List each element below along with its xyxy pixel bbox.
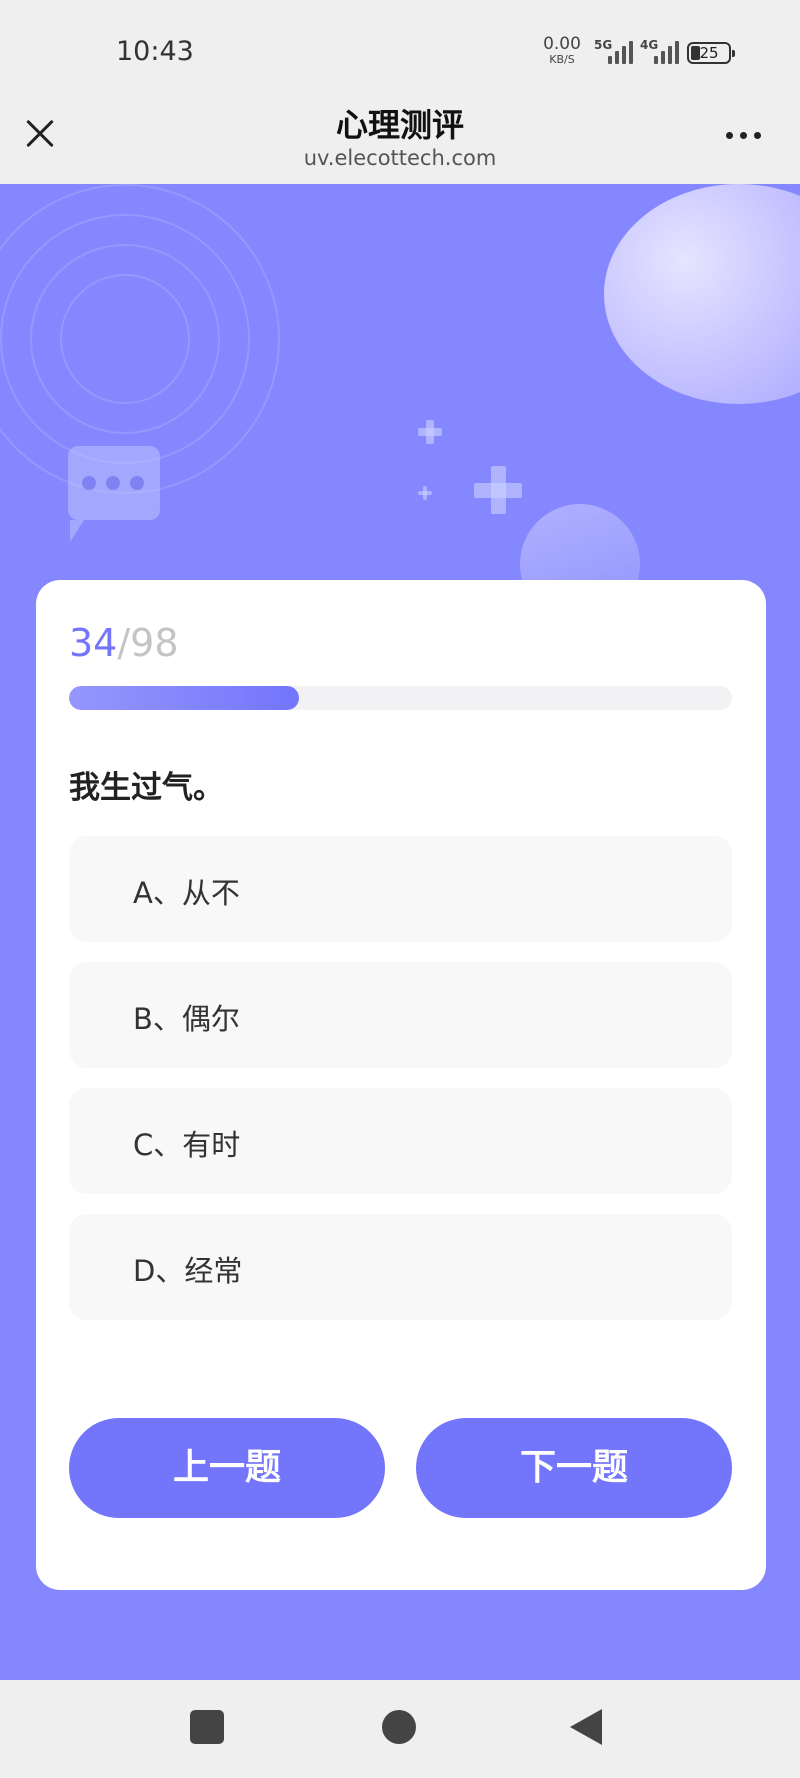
chat-bubble-icon <box>68 446 160 542</box>
quiz-content: 34/98 我生过气。 A、从不 B、偶尔 C、有时 D、经常 上一题 下一题 <box>0 184 800 1680</box>
home-icon[interactable] <box>382 1710 416 1744</box>
battery-level: 25 <box>699 44 719 62</box>
option-b[interactable]: B、偶尔 <box>69 962 732 1068</box>
option-c[interactable]: C、有时 <box>69 1088 732 1194</box>
signal-4g-icon: 4G <box>640 38 680 66</box>
current-question-number: 34 <box>69 621 118 665</box>
question-card: 34/98 我生过气。 A、从不 B、偶尔 C、有时 D、经常 上一题 下一题 <box>36 580 766 1590</box>
option-b-label: B、偶尔 <box>133 1002 240 1036</box>
question-text: 我生过气。 <box>69 770 224 806</box>
signal-4g-label: 4G <box>640 38 659 52</box>
decorative-plus-icon <box>418 420 442 444</box>
decorative-moon-icon <box>604 184 800 404</box>
option-a[interactable]: A、从不 <box>69 836 732 942</box>
progress-count: 34/98 <box>69 624 179 662</box>
prev-question-button[interactable]: 上一题 <box>69 1418 385 1518</box>
decorative-plus-icon <box>474 466 522 514</box>
network-speed: 0.00 KB/S <box>540 34 584 66</box>
progress-bar-fill <box>69 686 300 710</box>
status-bar: 10:43 0.00 KB/S 5G 4G 25 <box>0 0 800 100</box>
nav-bar: 心理测评 uv.elecottech.com <box>0 100 800 184</box>
signal-5g-icon: 5G <box>594 38 634 66</box>
more-icon[interactable] <box>724 130 764 142</box>
back-icon[interactable] <box>570 1709 602 1745</box>
next-question-button[interactable]: 下一题 <box>416 1418 732 1518</box>
battery-icon: 25 <box>687 42 735 64</box>
option-a-label: A、从不 <box>133 876 240 910</box>
option-d-label: D、经常 <box>133 1254 243 1288</box>
network-speed-value: 0.00 <box>543 34 581 54</box>
option-d[interactable]: D、经常 <box>69 1214 732 1320</box>
signal-5g-label: 5G <box>594 38 613 52</box>
page-title: 心理测评 <box>335 106 464 144</box>
progress-separator: / <box>117 621 131 665</box>
option-c-label: C、有时 <box>133 1128 241 1162</box>
total-question-number: 98 <box>130 621 179 665</box>
status-time: 10:43 <box>116 36 194 67</box>
decorative-plus-icon <box>418 486 432 500</box>
progress-bar <box>69 686 732 710</box>
system-nav-bar <box>0 1680 800 1778</box>
recent-apps-icon[interactable] <box>190 1710 224 1744</box>
network-speed-unit: KB/S <box>549 53 575 66</box>
page-url: uv.elecottech.com <box>303 146 497 170</box>
